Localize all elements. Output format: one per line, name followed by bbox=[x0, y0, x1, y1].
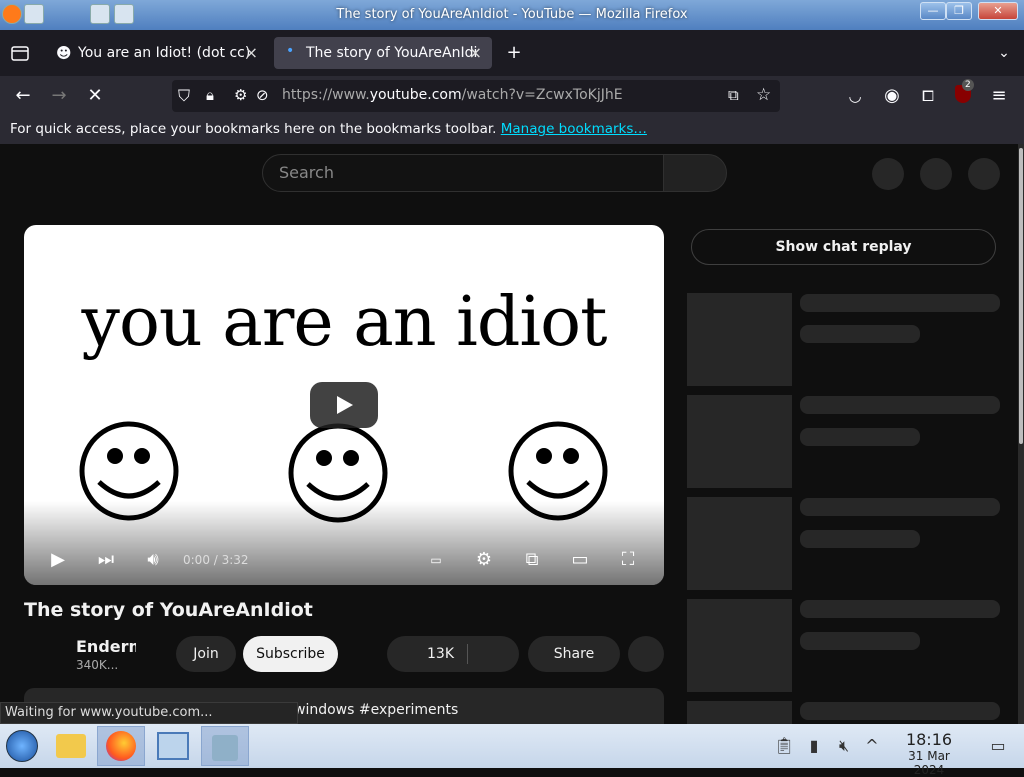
tab-label: The story of YouAreAnIdi bbox=[306, 45, 478, 61]
large-play-button[interactable] bbox=[310, 382, 378, 428]
like-count: 13K bbox=[427, 646, 454, 662]
tab-you-are-an-idiot[interactable]: ☻ You are an Idiot! (dot cc) × bbox=[46, 37, 268, 69]
taskbar-firefox[interactable] bbox=[97, 726, 145, 766]
tab-story-of-youareanidiot[interactable]: • The story of YouAreAnIdi × bbox=[274, 37, 492, 69]
scrollbar-thumb[interactable] bbox=[1019, 148, 1023, 444]
like-dislike-divider bbox=[467, 644, 468, 664]
text-placeholder bbox=[800, 294, 1000, 312]
theater-mode-icon[interactable]: ▭ bbox=[566, 548, 594, 572]
minimize-button[interactable]: — bbox=[920, 2, 946, 20]
autoplay-blocked-icon[interactable]: ⊘ bbox=[256, 86, 269, 104]
text-placeholder bbox=[800, 396, 1000, 414]
volume-icon[interactable]: 🔊︎ bbox=[139, 548, 167, 572]
permissions-icon[interactable]: ⚙ bbox=[234, 86, 247, 104]
text-placeholder bbox=[800, 702, 1000, 720]
thumbnail-placeholder bbox=[687, 497, 792, 590]
control-panel-icon[interactable] bbox=[149, 726, 197, 766]
avatar[interactable] bbox=[968, 158, 1000, 190]
tab-label: You are an Idiot! (dot cc) bbox=[78, 45, 251, 61]
clipboard-icon[interactable]: 📋︎ bbox=[774, 736, 794, 756]
youtube-page: Search you are an idiot ▶ ⏭ 🔊︎ 0:00 / 3:… bbox=[0, 144, 1018, 724]
clock-date: 31 Mar 2024 bbox=[908, 749, 950, 777]
start-button[interactable] bbox=[0, 726, 48, 766]
clock[interactable]: 18:16 31 Mar 2024 bbox=[892, 730, 966, 777]
miniplayer-icon[interactable]: ⧉ bbox=[518, 548, 546, 572]
channel-name[interactable]: Enderman bbox=[76, 637, 136, 656]
video-title: The story of YouAreAnIdiot bbox=[24, 599, 313, 621]
taskbar: 📋︎ ▮ 🔇︎ ^ 18:16 31 Mar 2024 ▭ bbox=[0, 724, 1024, 777]
window-title: The story of YouAreAnIdiot - YouTube — M… bbox=[336, 7, 688, 22]
thumbnail-placeholder bbox=[687, 599, 792, 692]
subscribe-button[interactable]: Subscribe bbox=[243, 636, 338, 672]
maximize-button[interactable]: ❐ bbox=[946, 2, 972, 20]
show-chat-replay-button[interactable]: Show chat replay bbox=[691, 229, 996, 265]
smiley-icon: ☻ bbox=[56, 44, 72, 62]
captions-icon[interactable]: ▭ bbox=[422, 548, 450, 572]
video-player[interactable]: you are an idiot ▶ ⏭ 🔊︎ 0:00 / 3:32 ▭ ⚙ … bbox=[24, 225, 664, 585]
play-icon[interactable]: ▶ bbox=[44, 548, 72, 572]
text-placeholder bbox=[800, 530, 920, 548]
placeholder-icon[interactable] bbox=[920, 158, 952, 190]
next-icon[interactable]: ⏭ bbox=[92, 548, 120, 572]
text-placeholder bbox=[800, 428, 920, 446]
chevron-down-icon[interactable]: ⌄ bbox=[993, 42, 1015, 64]
text-placeholder bbox=[800, 498, 1000, 516]
url-text[interactable]: https://www.youtube.com/watch?v=ZcwxToKj… bbox=[282, 87, 623, 103]
search-input[interactable]: Search bbox=[262, 154, 664, 192]
share-button[interactable]: Share bbox=[528, 636, 620, 672]
like-button[interactable]: 13K bbox=[387, 636, 519, 672]
show-desktop-icon[interactable]: ▭ bbox=[988, 736, 1008, 756]
close-tab-icon[interactable]: × bbox=[245, 43, 258, 62]
navigation-toolbar: ← → ✕ ⛉ 🔒︎ ⚙ ⊘ https://www.youtube.com/w… bbox=[0, 76, 1024, 116]
extensions-icon[interactable]: ⧠ bbox=[917, 85, 939, 107]
thumbnail-placeholder bbox=[687, 395, 792, 488]
new-tab-icon[interactable]: + bbox=[503, 42, 525, 64]
back-icon[interactable]: ← bbox=[12, 85, 34, 107]
list-all-tabs-icon[interactable] bbox=[10, 44, 30, 62]
close-tab-icon[interactable]: × bbox=[469, 43, 482, 62]
menu-icon[interactable]: ≡ bbox=[988, 85, 1010, 107]
bookmarks-toolbar: For quick access, place your bookmarks h… bbox=[0, 116, 1024, 144]
file-manager-icon[interactable] bbox=[48, 726, 96, 766]
ublock-icon[interactable]: 2 bbox=[952, 79, 974, 107]
more-actions-button[interactable] bbox=[628, 636, 664, 672]
bookmarks-hint: For quick access, place your bookmarks h… bbox=[10, 121, 497, 137]
bookmark-star-icon[interactable]: ☆ bbox=[756, 85, 771, 105]
text-placeholder bbox=[800, 325, 920, 343]
stop-loading-icon[interactable]: ✕ bbox=[84, 85, 106, 107]
chevron-up-icon[interactable]: ^ bbox=[862, 736, 882, 756]
tracking-protection-icon[interactable]: ⛉ bbox=[178, 86, 190, 106]
controls-gradient bbox=[24, 501, 664, 585]
tab-bar: ☻ You are an Idiot! (dot cc) × • The sto… bbox=[0, 30, 1024, 76]
subscriber-count: 340K... bbox=[76, 658, 119, 672]
close-button[interactable]: ✕ bbox=[978, 2, 1018, 20]
settings-gear-icon[interactable]: ⚙ bbox=[470, 548, 498, 572]
loading-icon: • bbox=[286, 43, 295, 59]
page-scrollbar[interactable] bbox=[1018, 144, 1024, 724]
clock-time: 18:16 bbox=[905, 730, 953, 749]
battery-icon[interactable]: ▮ bbox=[804, 736, 824, 756]
thumbnail-placeholder bbox=[687, 701, 792, 724]
status-bar: Waiting for www.youtube.com... bbox=[0, 702, 298, 724]
account-icon[interactable]: ◉ bbox=[881, 85, 903, 107]
search-button[interactable] bbox=[663, 154, 727, 192]
fullscreen-icon[interactable]: ⛶ bbox=[614, 548, 642, 572]
join-button[interactable]: Join bbox=[176, 636, 236, 672]
picture-in-picture-icon[interactable]: ⧉ bbox=[728, 86, 739, 104]
lock-icon[interactable]: 🔒︎ bbox=[206, 86, 214, 104]
pocket-icon[interactable]: ◡ bbox=[844, 85, 866, 107]
taskbar-app[interactable] bbox=[201, 726, 249, 766]
forward-icon[interactable]: → bbox=[48, 85, 70, 107]
text-placeholder bbox=[800, 632, 920, 650]
thumbnail-placeholder bbox=[687, 293, 792, 386]
volume-muted-icon[interactable]: 🔇︎ bbox=[834, 736, 854, 756]
manage-bookmarks-link[interactable]: Manage bookmarks… bbox=[501, 121, 647, 137]
url-bar[interactable]: ⛉ 🔒︎ ⚙ ⊘ https://www.youtube.com/watch?v… bbox=[172, 80, 780, 112]
text-placeholder bbox=[800, 600, 1000, 618]
placeholder-icon[interactable] bbox=[872, 158, 904, 190]
time-display: 0:00 / 3:32 bbox=[183, 553, 249, 567]
video-frame-text: you are an idiot bbox=[81, 283, 608, 362]
extensions-badge: 2 bbox=[962, 79, 974, 91]
window-titlebar: The story of YouAreAnIdiot - YouTube — M… bbox=[0, 0, 1024, 30]
